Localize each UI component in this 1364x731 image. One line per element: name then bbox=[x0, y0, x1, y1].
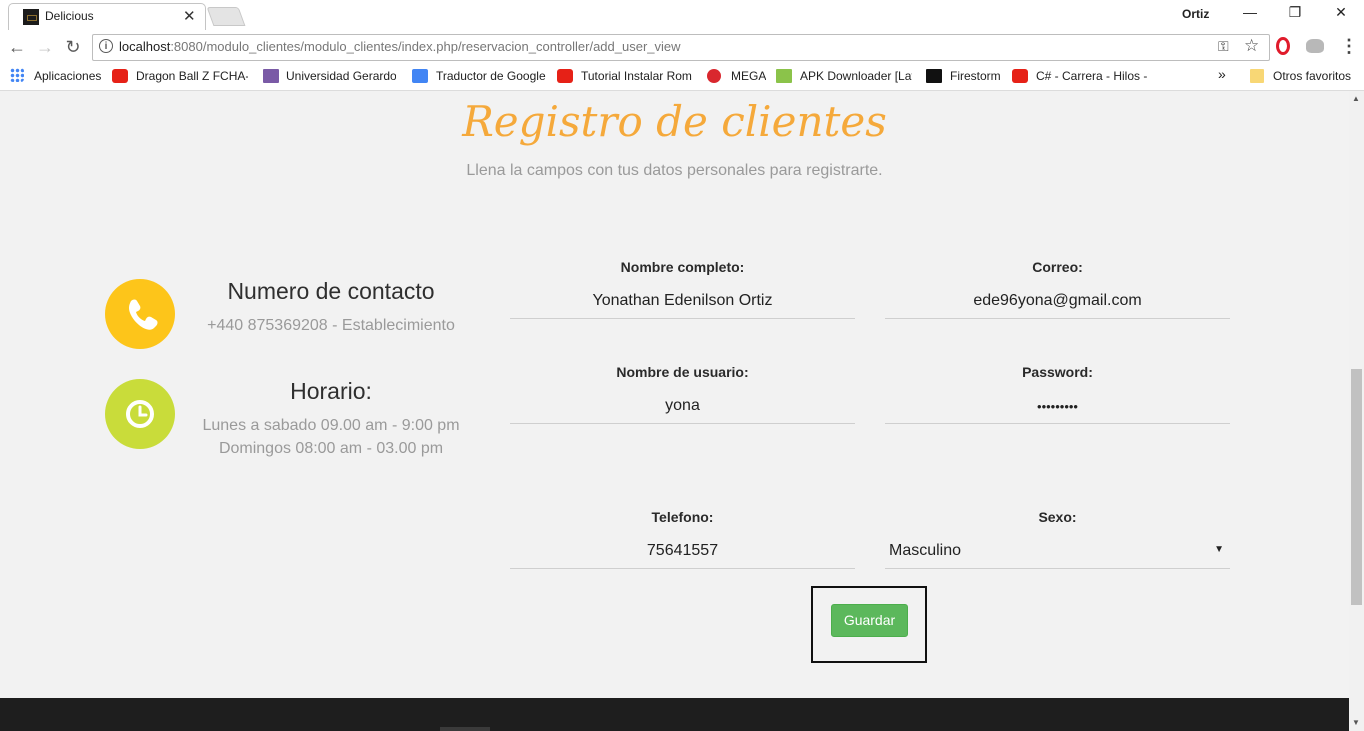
correo-label: Correo: bbox=[1032, 259, 1083, 275]
tab-close-icon[interactable]: ✕ bbox=[183, 7, 196, 25]
password-input[interactable] bbox=[885, 389, 1230, 424]
bookmark-apk-downloader[interactable]: APK Downloader [Lat bbox=[800, 69, 912, 83]
page-subtitle: Llena la campos con tus datos personales… bbox=[466, 162, 883, 179]
university-icon bbox=[263, 69, 279, 83]
page-scrollbar[interactable]: ▲ ▼ bbox=[1349, 91, 1364, 731]
bookmark-tutorial-rom[interactable]: Tutorial Instalar Rom bbox=[581, 69, 692, 83]
contact-heading: Numero de contacto bbox=[227, 278, 435, 304]
bookmark-traductor[interactable]: Traductor de Google bbox=[436, 69, 546, 83]
youtube-icon bbox=[112, 69, 128, 83]
bookmark-star-icon[interactable]: ☆ bbox=[1244, 36, 1259, 56]
forward-arrow-icon[interactable]: → bbox=[34, 36, 56, 58]
correo-input[interactable] bbox=[885, 284, 1230, 319]
reload-icon[interactable]: ↻ bbox=[62, 36, 84, 58]
extension-icon[interactable] bbox=[1306, 39, 1324, 53]
minimize-button[interactable]: — bbox=[1235, 4, 1265, 24]
youtube-icon bbox=[1012, 69, 1028, 83]
clock-icon bbox=[126, 400, 154, 428]
scrollbar-thumb[interactable] bbox=[1351, 369, 1362, 605]
bookmarks-bar: Aplicaciones Dragon Ball Z FCHA-L Univer… bbox=[0, 64, 1364, 91]
bookmark-firestorm[interactable]: Firestorm bbox=[950, 69, 1001, 83]
close-window-button[interactable]: ✕ bbox=[1326, 4, 1356, 24]
bookmark-universidad[interactable]: Universidad Gerardo bbox=[286, 69, 396, 83]
opera-extension-icon[interactable] bbox=[1276, 37, 1290, 55]
saved-password-key-icon[interactable]: ⚿ bbox=[1218, 38, 1229, 55]
address-bar[interactable]: i localhost:8080/modulo_clientes/modulo_… bbox=[92, 34, 1270, 61]
new-tab-button[interactable] bbox=[206, 7, 246, 26]
sexo-selected-value: Masculino bbox=[889, 542, 962, 559]
password-label: Password: bbox=[1022, 364, 1093, 380]
page-footer bbox=[0, 698, 1349, 731]
bookmark-aplicaciones[interactable]: Aplicaciones bbox=[34, 69, 101, 83]
back-arrow-icon[interactable]: ← bbox=[6, 36, 28, 58]
save-button[interactable]: Guardar bbox=[831, 604, 908, 637]
hours-line-2: Domingos 08:00 am - 03.00 pm bbox=[218, 440, 444, 457]
folder-icon bbox=[1250, 69, 1264, 83]
hours-line-1: Lunes a sabado 09.00 am - 9:00 pm bbox=[202, 417, 460, 434]
browser-toolbar: ← → ↻ i localhost:8080/modulo_clientes/m… bbox=[0, 30, 1364, 65]
bookmark-mega[interactable]: MEGA bbox=[731, 69, 766, 83]
bookmark-otros-favoritos[interactable]: Otros favoritos bbox=[1273, 69, 1351, 83]
browser-menu-icon[interactable]: ⋮ bbox=[1340, 36, 1358, 57]
firestorm-icon bbox=[926, 69, 942, 83]
hours-circle bbox=[105, 379, 175, 449]
apk-downloader-icon bbox=[776, 69, 792, 83]
url-text[interactable]: localhost:8080/modulo_clientes/modulo_cl… bbox=[119, 39, 681, 54]
youtube-icon bbox=[557, 69, 573, 83]
apps-grid-icon bbox=[10, 68, 24, 82]
nombre-input[interactable] bbox=[510, 284, 855, 319]
usuario-input[interactable] bbox=[510, 389, 855, 424]
usuario-label: Nombre de usuario: bbox=[616, 364, 749, 380]
mega-icon bbox=[707, 69, 721, 83]
contact-text: +440 875369208 - Establecimiento bbox=[207, 317, 455, 334]
tab-title: Delicious bbox=[45, 9, 94, 23]
telefono-label: Telefono: bbox=[651, 509, 714, 525]
sexo-select[interactable]: Masculino ▼ bbox=[885, 534, 1230, 569]
phone-icon bbox=[129, 299, 158, 330]
bookmark-dragon-ball[interactable]: Dragon Ball Z FCHA-L bbox=[136, 69, 248, 83]
scroll-up-icon[interactable]: ▲ bbox=[1352, 94, 1360, 103]
scroll-down-icon[interactable]: ▼ bbox=[1352, 718, 1360, 727]
browser-tab[interactable]: Delicious ✕ bbox=[8, 3, 206, 31]
contact-circle bbox=[105, 279, 175, 349]
bookmarks-overflow-button[interactable]: » bbox=[1218, 66, 1226, 82]
nombre-label: Nombre completo: bbox=[620, 259, 745, 275]
telefono-input[interactable] bbox=[510, 534, 855, 569]
sexo-label: Sexo: bbox=[1038, 509, 1077, 525]
dropdown-arrow-icon: ▼ bbox=[1214, 544, 1224, 555]
page-title: Registro de clientes bbox=[462, 97, 887, 146]
profile-name[interactable]: Ortiz bbox=[1182, 7, 1209, 21]
hours-heading: Horario: bbox=[290, 378, 372, 404]
bookmark-csharp-hilos[interactable]: C# - Carrera - Hilos - bbox=[1036, 69, 1148, 83]
google-translate-icon bbox=[412, 69, 428, 83]
site-favicon-icon bbox=[23, 9, 39, 25]
browser-tabstrip: Delicious ✕ Ortiz — ❐ ✕ bbox=[0, 0, 1364, 31]
footer-mark bbox=[440, 727, 490, 731]
page-content: Registro de clientes Llena la campos con… bbox=[0, 91, 1349, 731]
restore-button[interactable]: ❐ bbox=[1280, 4, 1310, 24]
site-info-icon[interactable]: i bbox=[99, 39, 113, 53]
